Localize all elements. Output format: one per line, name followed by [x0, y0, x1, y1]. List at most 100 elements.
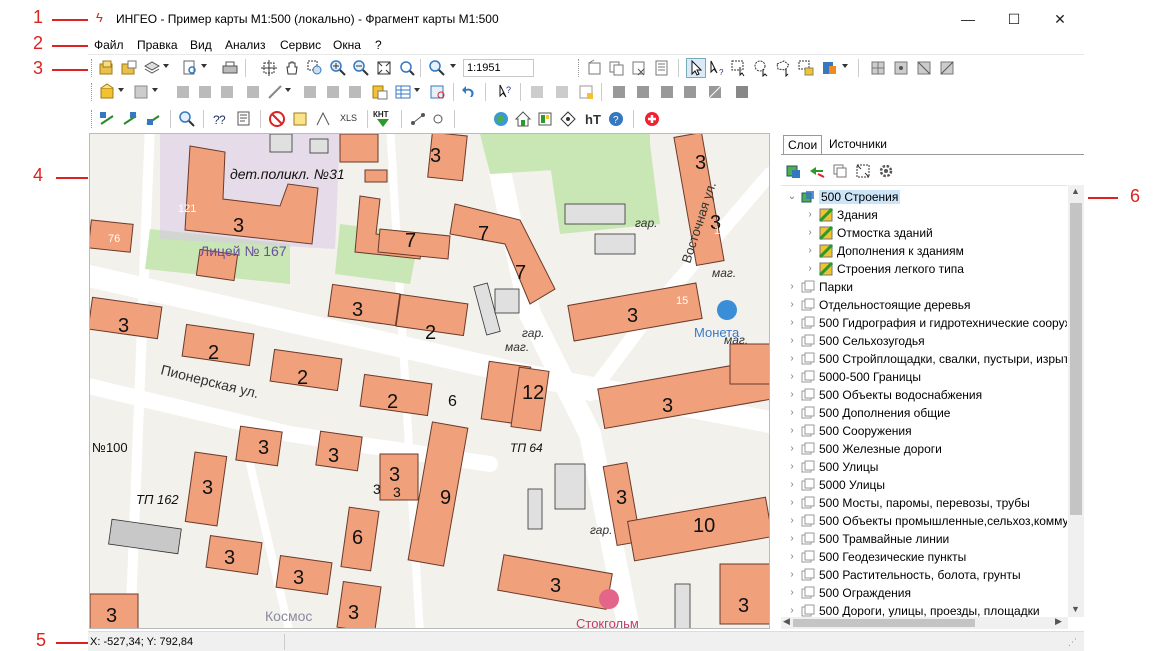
- chevron-down-icon[interactable]: ⌄: [787, 190, 797, 204]
- chevron-down-icon[interactable]: [152, 88, 158, 92]
- layer-tree-item[interactable]: › 500 Ограждения: [781, 584, 1067, 602]
- layer-group-icon[interactable]: [801, 514, 815, 528]
- zoom-in-icon[interactable]: [329, 59, 347, 77]
- cut-object-icon[interactable]: [244, 83, 262, 101]
- tab-layers[interactable]: Слои: [783, 135, 823, 155]
- chevron-right-icon[interactable]: ›: [805, 262, 815, 276]
- globe-icon[interactable]: [492, 110, 510, 128]
- close-button[interactable]: ✕: [1037, 0, 1083, 38]
- scale-input[interactable]: [463, 59, 534, 77]
- chevron-right-icon[interactable]: ›: [787, 424, 797, 438]
- chevron-right-icon[interactable]: ›: [787, 532, 797, 546]
- layer-tree-item[interactable]: › 5000-500 Границы: [781, 368, 1067, 386]
- chevron-right-icon[interactable]: ›: [787, 316, 797, 330]
- layer-tree-item[interactable]: › Отдельностоящие деревья: [781, 296, 1067, 314]
- layer-group-icon[interactable]: [801, 334, 815, 348]
- edit-node-icon[interactable]: [174, 83, 192, 101]
- snap-grid-icon[interactable]: [869, 59, 887, 77]
- minimize-button[interactable]: —: [945, 0, 991, 38]
- layer-group-icon[interactable]: [801, 190, 815, 204]
- map-drawing[interactable]: Пионерская ул. Восточная ул. дет.поликл.…: [90, 134, 770, 629]
- layer-tree-item[interactable]: ⌄ 500 Строения: [781, 188, 1067, 206]
- chevron-right-icon[interactable]: ›: [787, 298, 797, 312]
- new-object-icon[interactable]: [586, 59, 604, 77]
- chevron-right-icon[interactable]: ›: [787, 550, 797, 564]
- send-back-icon[interactable]: [681, 83, 699, 101]
- sublayer-icon[interactable]: [819, 244, 833, 258]
- layers-stack-icon[interactable]: [143, 59, 161, 77]
- info-query-icon[interactable]: ?: [496, 83, 514, 101]
- chevron-right-icon[interactable]: ›: [787, 370, 797, 384]
- chevron-right-icon[interactable]: ›: [787, 388, 797, 402]
- layout-icon[interactable]: [536, 110, 554, 128]
- notes-icon[interactable]: [291, 110, 309, 128]
- layer-tree-item[interactable]: › Парки: [781, 278, 1067, 296]
- resize-grip-icon[interactable]: ⋰: [1068, 637, 1077, 648]
- zoom-previous-icon[interactable]: [398, 59, 416, 77]
- layer-group-icon[interactable]: [801, 568, 815, 582]
- layer-add-icon[interactable]: [785, 162, 803, 180]
- toolbar-grip[interactable]: [91, 83, 94, 101]
- layer-group-icon[interactable]: [801, 352, 815, 366]
- chevron-right-icon[interactable]: ›: [805, 208, 815, 222]
- frame-icon[interactable]: [733, 83, 751, 101]
- chevron-down-icon[interactable]: [450, 64, 456, 68]
- no-entry-icon[interactable]: [268, 110, 286, 128]
- chevron-right-icon[interactable]: ›: [787, 352, 797, 366]
- layer-tree-item[interactable]: › 500 Объекты водоснабжения: [781, 386, 1067, 404]
- print-preview-icon[interactable]: [181, 59, 199, 77]
- select-polygon-icon[interactable]: [775, 59, 793, 77]
- chevron-right-icon[interactable]: ›: [787, 496, 797, 510]
- chevron-down-icon[interactable]: [118, 88, 124, 92]
- zoom-out-icon[interactable]: [352, 59, 370, 77]
- delete-object-icon[interactable]: [630, 59, 648, 77]
- toolbar-grip[interactable]: [91, 110, 94, 128]
- merge-icon[interactable]: [324, 83, 342, 101]
- layer-move-icon[interactable]: [808, 162, 826, 180]
- measure-icon[interactable]: [528, 83, 546, 101]
- layer-tree-item[interactable]: › 500 Железные дороги: [781, 440, 1067, 458]
- chevron-right-icon[interactable]: ›: [787, 442, 797, 456]
- title-bar[interactable]: ϟ ИНГЕО - Пример карты М1:500 (локально)…: [88, 0, 1084, 38]
- layer-tree-item[interactable]: › Здания: [781, 206, 1067, 224]
- draw-line-icon[interactable]: [266, 83, 284, 101]
- layer-props-icon[interactable]: [132, 83, 150, 101]
- route-end-icon[interactable]: [144, 110, 162, 128]
- semantics-icon[interactable]: [371, 83, 389, 101]
- layer-tree-item[interactable]: › 500 Дороги, улицы, проезды, площадки: [781, 602, 1067, 617]
- chevron-right-icon[interactable]: ›: [805, 226, 815, 240]
- layer-fit-icon[interactable]: [854, 162, 872, 180]
- zoom-extent-icon[interactable]: [260, 59, 278, 77]
- layer-group-icon[interactable]: [801, 460, 815, 474]
- layer-tree-item[interactable]: › 500 Объекты промышленные,сельхоз,коммун…: [781, 512, 1067, 530]
- object-table-icon[interactable]: [653, 59, 671, 77]
- undo-icon[interactable]: [460, 83, 478, 101]
- layer-tree-item[interactable]: › 500 Геодезические пункты: [781, 548, 1067, 566]
- route-start-icon[interactable]: [98, 110, 116, 128]
- help-icon[interactable]: ?: [607, 110, 625, 128]
- transform-icon[interactable]: [314, 110, 332, 128]
- search-icon[interactable]: [178, 110, 196, 128]
- maximize-button[interactable]: ☐: [991, 0, 1037, 38]
- scroll-thumb[interactable]: [793, 619, 975, 627]
- chevron-down-icon[interactable]: [201, 64, 207, 68]
- sublayer-icon[interactable]: [819, 208, 833, 222]
- bring-front-icon[interactable]: [658, 83, 676, 101]
- layer-group-icon[interactable]: [801, 532, 815, 546]
- layer-tree-item[interactable]: › 500 Сельхозугодья: [781, 332, 1067, 350]
- new-layer-icon[interactable]: [98, 83, 116, 101]
- scale-zoom-icon[interactable]: [428, 59, 446, 77]
- layer-tree-item[interactable]: › 500 Гидрография и гидротехнические соор…: [781, 314, 1067, 332]
- chevron-right-icon[interactable]: ›: [787, 406, 797, 420]
- export-xls-button[interactable]: XLS: [340, 113, 357, 123]
- select-by-layer-icon[interactable]: [797, 59, 815, 77]
- attribute-table-icon[interactable]: [394, 83, 412, 101]
- scroll-right-icon[interactable]: ▶: [1055, 616, 1062, 627]
- layer-group-icon[interactable]: [801, 478, 815, 492]
- layer-group-icon[interactable]: [801, 442, 815, 456]
- menu-service[interactable]: Сервис: [280, 38, 321, 52]
- sublayer-icon[interactable]: [819, 226, 833, 240]
- layer-group-icon[interactable]: [801, 586, 815, 600]
- pan-hand-icon[interactable]: [283, 59, 301, 77]
- layer-tree-item[interactable]: › 500 Улицы: [781, 458, 1067, 476]
